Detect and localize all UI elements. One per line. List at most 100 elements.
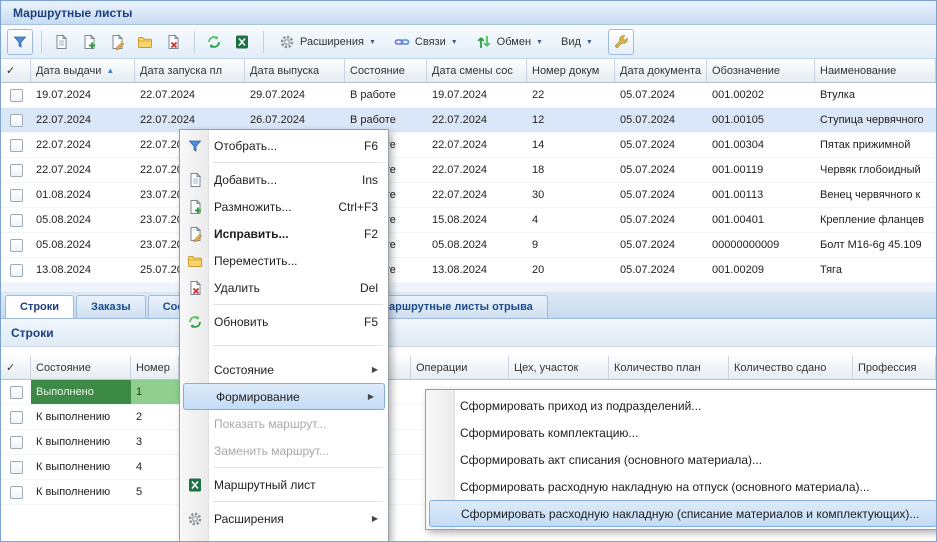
context-menu-item-10[interactable]: Состояние▶ — [180, 356, 388, 383]
row-checkbox[interactable] — [10, 411, 23, 424]
move-button[interactable] — [132, 29, 158, 55]
row-checkbox[interactable] — [10, 139, 23, 152]
context-menu-item-13[interactable]: Заменить маршрут... — [180, 437, 388, 464]
context-menu-item-15[interactable]: Маршрутный лист — [180, 471, 388, 498]
excel-button[interactable] — [229, 29, 255, 55]
filter-button[interactable] — [7, 29, 33, 55]
menu-shortcut: Ins — [344, 173, 378, 187]
context-menu-item-6[interactable]: УдалитьDel — [180, 274, 388, 301]
context-menu-item-17[interactable]: Расширения▶ — [180, 505, 388, 532]
edit-button[interactable] — [104, 29, 130, 55]
table-row-2[interactable]: 22.07.202422.07.202426.07.2024В работе22… — [1, 133, 936, 158]
submenu-item-0[interactable]: Сформировать приход из подразделений... — [426, 392, 937, 419]
toolbar-dropdown-1[interactable]: Связи▼ — [385, 29, 467, 55]
duplicate-button[interactable] — [76, 29, 102, 55]
cell: 18 — [527, 158, 615, 182]
menu-item-label: Расширения — [214, 512, 284, 526]
checkbox-cell — [1, 133, 31, 157]
column-header-9[interactable]: Наименование — [815, 59, 936, 82]
column-header-4[interactable]: Операции — [411, 356, 509, 379]
row-checkbox[interactable] — [10, 189, 23, 202]
section-header: Строки — [1, 319, 936, 347]
row-checkbox[interactable] — [10, 386, 23, 399]
row-checkbox[interactable] — [10, 114, 23, 127]
context-menu-item-4[interactable]: Исправить...F2 — [180, 220, 388, 247]
column-header-7[interactable]: Количество сдано — [729, 356, 853, 379]
table-row-4[interactable]: 01.08.202423.07.202426.07.2024В работе22… — [1, 183, 936, 208]
refresh-button[interactable] — [201, 29, 227, 55]
checkbox-cell — [1, 455, 31, 479]
column-header-1[interactable]: Дата выдачи▲ — [31, 59, 135, 82]
cell: 05.07.2024 — [615, 158, 707, 182]
context-menu-item-0[interactable]: Отобрать...F6 — [180, 132, 388, 159]
cell: 05.07.2024 — [615, 233, 707, 257]
column-header-8[interactable]: Обозначение — [707, 59, 815, 82]
column-header-2[interactable]: Номер — [131, 356, 179, 379]
table-row-3[interactable]: 22.07.202422.07.202426.07.2024В работе22… — [1, 158, 936, 183]
context-menu-item-12[interactable]: Показать маршрут... — [180, 410, 388, 437]
add-button[interactable] — [48, 29, 74, 55]
cell: 13.08.2024 — [427, 258, 527, 282]
main-table-header: ✓Дата выдачи▲Дата запуска плДата выпуска… — [1, 59, 936, 83]
column-header-6[interactable]: Количество план — [609, 356, 729, 379]
cell: 05.07.2024 — [615, 183, 707, 207]
column-header-6[interactable]: Номер докум — [527, 59, 615, 82]
submenu-item-3[interactable]: Сформировать расходную накладную на отпу… — [426, 473, 937, 500]
row-checkbox[interactable] — [10, 164, 23, 177]
row-checkbox[interactable] — [10, 461, 23, 474]
toolbar-extra — [608, 29, 636, 55]
window-title: Маршрутные листы — [13, 6, 132, 20]
submenu-arrow-icon: ▶ — [362, 365, 378, 374]
context-menu-item-8[interactable]: ОбновитьF5 — [180, 308, 388, 335]
row-checkbox[interactable] — [10, 89, 23, 102]
cell: 3 — [131, 430, 179, 454]
row-checkbox[interactable] — [10, 486, 23, 499]
cell: 2 — [131, 405, 179, 429]
cell: 22.07.2024 — [31, 158, 135, 182]
toolbar-separator — [41, 31, 42, 53]
context-menu-item-5[interactable]: Переместить... — [180, 247, 388, 274]
splitter[interactable] — [1, 283, 936, 293]
column-header-label: Дата смены сос — [432, 65, 513, 77]
toolbar-dropdown-3[interactable]: Вид▼ — [552, 29, 602, 55]
table-row-7[interactable]: 13.08.202425.07.202426.07.2024В работе13… — [1, 258, 936, 283]
row-checkbox[interactable] — [10, 214, 23, 227]
column-header-1[interactable]: Состояние — [31, 356, 131, 379]
gear-icon — [184, 511, 206, 527]
row-checkbox[interactable] — [10, 436, 23, 449]
settings-button[interactable] — [608, 29, 634, 55]
cell: 22 — [527, 83, 615, 107]
submenu-item-4[interactable]: Сформировать расходную накладную (списан… — [429, 500, 937, 527]
column-header-5[interactable]: Цех, участок — [509, 356, 609, 379]
column-header-0[interactable]: ✓ — [1, 356, 31, 379]
row-checkbox[interactable] — [10, 264, 23, 277]
tab-0[interactable]: Строки — [5, 295, 74, 318]
tab-3[interactable]: Маршрутные листы отрыва — [365, 295, 548, 318]
table-row-5[interactable]: 05.08.202423.07.202415.08.2024В работе15… — [1, 208, 936, 233]
column-header-3[interactable]: Дата выпуска — [245, 59, 345, 82]
context-menu-item-2[interactable]: Добавить...Ins — [180, 166, 388, 193]
submenu-item-1[interactable]: Сформировать комплектацию... — [426, 419, 937, 446]
column-header-4[interactable]: Состояние — [345, 59, 427, 82]
menu-item-label: Формирование — [216, 390, 300, 404]
table-row-0[interactable]: 19.07.202422.07.202429.07.2024В работе19… — [1, 83, 936, 108]
column-header-label: Операции — [416, 362, 467, 374]
column-header-5[interactable]: Дата смены сос — [427, 59, 527, 82]
tab-1[interactable]: Заказы — [76, 295, 146, 318]
row-checkbox[interactable] — [10, 239, 23, 252]
toolbar-dropdown-2[interactable]: Обмен▼ — [467, 29, 552, 55]
column-header-8[interactable]: Профессия — [853, 356, 936, 379]
submenu-item-2[interactable]: Сформировать акт списания (основного мат… — [426, 446, 937, 473]
table-row-1[interactable]: 22.07.202422.07.202426.07.2024В работе22… — [1, 108, 936, 133]
column-header-label: Наименование — [820, 65, 896, 77]
cell: К выполнению — [31, 405, 131, 429]
context-menu-item-11[interactable]: Формирование▶ — [183, 383, 385, 410]
column-header-7[interactable]: Дата документа — [615, 59, 707, 82]
context-menu-item-3[interactable]: Размножить...Ctrl+F3 — [180, 193, 388, 220]
column-header-0[interactable]: ✓ — [1, 59, 31, 82]
toolbar-dropdown-0[interactable]: Расширения▼ — [270, 29, 385, 55]
table-row-6[interactable]: 05.08.202423.07.202405.08.2024В работе05… — [1, 233, 936, 258]
delete-button[interactable] — [160, 29, 186, 55]
column-header-2[interactable]: Дата запуска пл — [135, 59, 245, 82]
checkbox-cell — [1, 233, 31, 257]
